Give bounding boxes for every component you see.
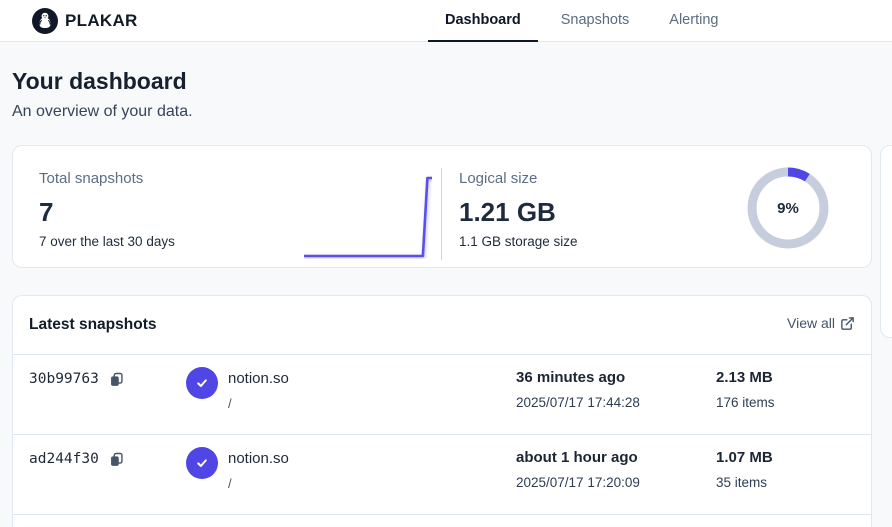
stats-divider xyxy=(441,168,442,260)
snapshot-timestamp: 2025/07/17 17:44:28 xyxy=(516,395,640,410)
storage-ratio-donut: 9% xyxy=(745,165,831,251)
snapshot-row-partial xyxy=(13,514,871,527)
logical-size-subtext: 1.1 GB storage size xyxy=(459,234,578,249)
snapshot-row[interactable]: ad244f30 notion.so / about 1 hour ago 20… xyxy=(13,434,871,514)
page-title: Your dashboard xyxy=(12,68,187,95)
stats-card: Total snapshots 7 7 over the last 30 day… xyxy=(12,145,872,268)
snapshot-relative-time: 36 minutes ago xyxy=(516,369,625,386)
total-snapshots-value: 7 xyxy=(39,198,175,227)
tab-dashboard[interactable]: Dashboard xyxy=(428,0,538,42)
brand[interactable]: PLAKAR xyxy=(32,8,138,34)
total-snapshots-label: Total snapshots xyxy=(39,170,175,187)
logical-size-stat: Logical size 1.21 GB 1.1 GB storage size xyxy=(459,170,578,249)
snapshot-source: notion.so xyxy=(228,370,289,387)
snapshot-relative-time: about 1 hour ago xyxy=(516,449,638,466)
status-check-badge xyxy=(186,367,218,399)
logical-size-label: Logical size xyxy=(459,170,578,187)
copy-icon[interactable] xyxy=(109,452,124,467)
nav-tabs: Dashboard Snapshots Alerting xyxy=(428,0,735,42)
tab-alerting[interactable]: Alerting xyxy=(652,0,735,42)
snapshot-row[interactable]: 30b99763 notion.so / 36 minutes ago 2025… xyxy=(13,354,871,434)
latest-snapshots-header: Latest snapshots View all xyxy=(13,296,871,354)
latest-snapshots-title: Latest snapshots xyxy=(29,316,156,334)
brand-name: PLAKAR xyxy=(65,11,138,31)
snapshots-sparkline-chart xyxy=(304,173,432,259)
snapshot-items: 176 items xyxy=(716,395,775,410)
view-all-label: View all xyxy=(787,315,835,331)
check-icon xyxy=(194,455,210,471)
snapshot-id-cell: 30b99763 xyxy=(29,371,124,387)
plakar-logo-icon xyxy=(32,8,58,34)
peek-card-partial xyxy=(880,145,892,338)
total-snapshots-subtext: 7 over the last 30 days xyxy=(39,234,175,249)
page-subtitle: An overview of your data. xyxy=(12,103,193,121)
snapshot-source: notion.so xyxy=(228,450,289,467)
snapshot-id: ad244f30 xyxy=(29,451,99,467)
snapshot-id-cell: ad244f30 xyxy=(29,451,124,467)
snapshot-timestamp: 2025/07/17 17:20:09 xyxy=(516,475,640,490)
view-all-link[interactable]: View all xyxy=(787,315,855,331)
snapshot-id: 30b99763 xyxy=(29,371,99,387)
logical-size-value: 1.21 GB xyxy=(459,198,578,227)
total-snapshots-stat: Total snapshots 7 7 over the last 30 day… xyxy=(39,170,175,249)
snapshot-path: / xyxy=(228,396,232,411)
top-navigation: PLAKAR Dashboard Snapshots Alerting xyxy=(0,0,892,42)
status-check-badge xyxy=(186,447,218,479)
snapshot-items: 35 items xyxy=(716,475,767,490)
snapshot-path: / xyxy=(228,476,232,491)
copy-icon[interactable] xyxy=(109,372,124,387)
snapshot-size: 2.13 MB xyxy=(716,369,773,386)
donut-percentage: 9% xyxy=(745,165,831,251)
external-link-icon xyxy=(840,316,855,331)
tab-snapshots[interactable]: Snapshots xyxy=(544,0,647,42)
latest-snapshots-card: Latest snapshots View all 30b99763 xyxy=(12,295,872,527)
snapshot-size: 1.07 MB xyxy=(716,449,773,466)
snapshots-sparkline-line xyxy=(304,178,432,256)
check-icon xyxy=(194,375,210,391)
